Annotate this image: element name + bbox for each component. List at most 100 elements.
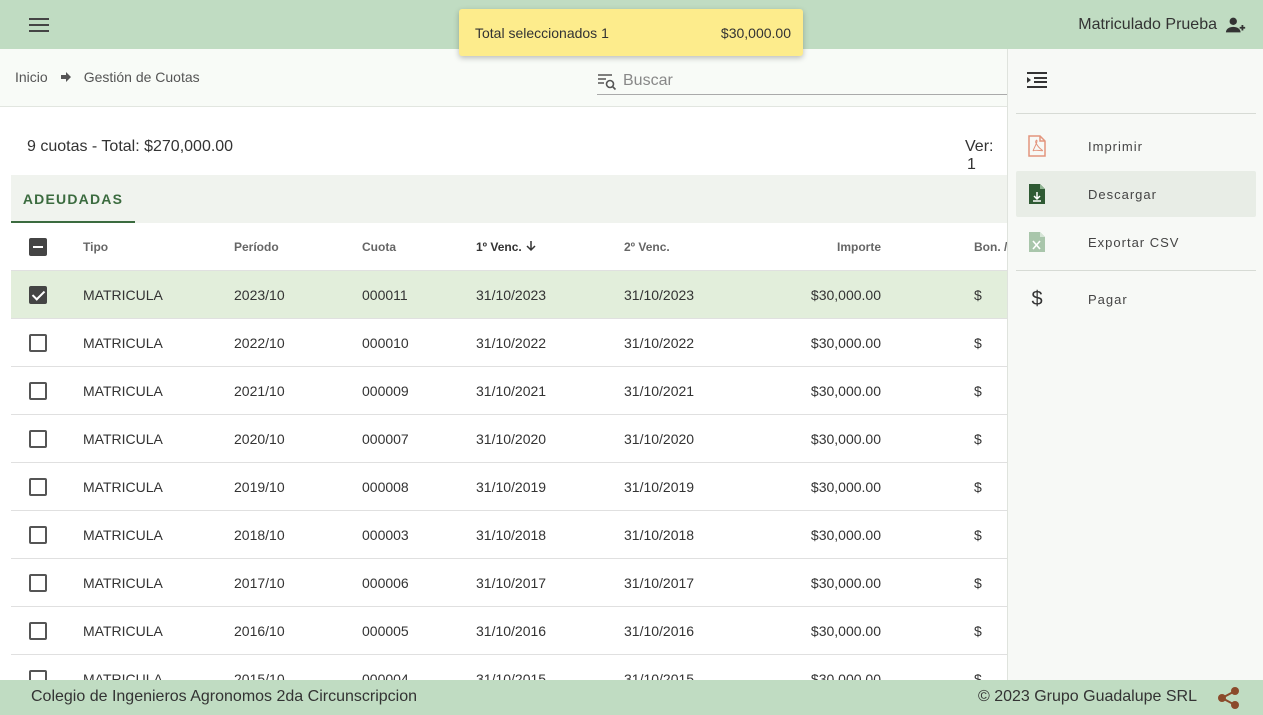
col-periodo[interactable]: Período [234, 223, 279, 271]
cell-importe: $30,000.00 [810, 527, 881, 543]
cell-periodo: 2022/10 [234, 335, 285, 351]
col-venc2[interactable]: 2º Venc. [624, 223, 670, 271]
search-box[interactable] [597, 67, 1007, 95]
table-row[interactable]: MATRICULA 2023/10 000011 31/10/2023 31/10/20… [11, 271, 1007, 319]
cell-venc2: 31/10/2023 [624, 287, 695, 303]
cell-bon: $ [974, 527, 982, 543]
cell-cuota: 000003 [362, 527, 409, 543]
table-row[interactable]: MATRICULA 2019/10 000008 31/10/2019 31/10/20… [11, 463, 1007, 511]
cell-importe: $30,000.00 [810, 671, 881, 680]
cell-periodo: 2023/10 [234, 287, 285, 303]
cell-periodo: 2019/10 [234, 479, 285, 495]
breadcrumb: Inicio Gestión de Cuotas [15, 69, 200, 85]
cell-importe: $30,000.00 [810, 623, 881, 639]
tab-adeudadas[interactable]: ADEUDADAS [11, 175, 135, 223]
row-select-cell [29, 559, 49, 607]
cell-cuota: 000006 [362, 575, 409, 591]
tab-bar: ADEUDADAS [11, 175, 1007, 223]
row-select-cell [29, 271, 49, 319]
row-checkbox[interactable] [29, 622, 47, 640]
row-checkbox[interactable] [29, 478, 47, 496]
cell-tipo: MATRICULA [83, 335, 163, 351]
menu-item-descargar[interactable]: Descargar [1016, 171, 1256, 217]
table-row[interactable]: MATRICULA 2016/10 000005 31/10/2016 31/10/20… [11, 607, 1007, 655]
col-venc1[interactable]: 1º Venc. [476, 223, 537, 271]
cell-tipo: MATRICULA [83, 623, 163, 639]
table-row[interactable]: MATRICULA 2015/10 000004 31/10/2015 31/10/20… [11, 655, 1007, 680]
row-checkbox[interactable] [29, 526, 47, 544]
col-cuota[interactable]: Cuota [362, 223, 396, 271]
cell-tipo: MATRICULA [83, 383, 163, 399]
cell-venc2: 31/10/2020 [624, 431, 695, 447]
cell-periodo: 2015/10 [234, 671, 285, 680]
table-body: MATRICULA 2023/10 000011 31/10/2023 31/10/20… [11, 271, 1007, 680]
pdf-icon [1026, 135, 1048, 157]
row-select-cell [29, 367, 49, 415]
row-checkbox[interactable] [29, 574, 47, 592]
row-checkbox[interactable] [29, 430, 47, 448]
cell-venc1: 31/10/2019 [476, 479, 547, 495]
col-importe[interactable]: Importe [741, 223, 881, 271]
cell-venc1: 31/10/2017 [476, 575, 547, 591]
ver-value[interactable]: 1 [965, 156, 976, 177]
select-all-checkbox[interactable] [29, 238, 47, 256]
cell-importe: $30,000.00 [810, 383, 881, 399]
main-content: Inicio Gestión de Cuotas 9 cuotas - Tota… [0, 49, 1007, 680]
cell-tipo: MATRICULA [83, 575, 163, 591]
ver-label: Ver: [965, 138, 994, 155]
footer-org: Colegio de Ingenieros Agronomos 2da Circ… [31, 688, 417, 705]
cell-periodo: 2016/10 [234, 623, 285, 639]
cell-cuota: 000011 [362, 287, 408, 303]
dollar-icon: $ [1031, 287, 1043, 310]
cell-periodo: 2018/10 [234, 527, 285, 543]
cell-cuota: 000010 [362, 335, 409, 351]
cell-bon: $ [974, 575, 982, 591]
cell-venc1: 31/10/2016 [476, 623, 547, 639]
side-divider-top [1016, 113, 1256, 114]
share-icon[interactable] [1216, 686, 1242, 710]
col-tipo[interactable]: Tipo [83, 223, 108, 271]
col-bon[interactable]: Bon. / [974, 223, 1007, 271]
page-size-selector[interactable]: Ver: 1 [965, 138, 1007, 177]
cell-importe: $30,000.00 [810, 431, 881, 447]
table-row[interactable]: MATRICULA 2017/10 000006 31/10/2017 31/10/20… [11, 559, 1007, 607]
cell-venc1: 31/10/2018 [476, 527, 547, 543]
search-input[interactable] [623, 71, 1003, 90]
cell-venc1: 31/10/2022 [476, 335, 547, 351]
row-select-cell [29, 463, 49, 511]
table-row[interactable]: MATRICULA 2022/10 000010 31/10/2022 31/10/20… [11, 319, 1007, 367]
collapse-menu-icon[interactable] [1026, 71, 1048, 89]
cell-bon: $ [974, 287, 982, 303]
cell-venc2: 31/10/2018 [624, 527, 695, 543]
menu-item-imprimir[interactable]: Imprimir [1016, 123, 1256, 169]
row-checkbox[interactable] [29, 334, 47, 352]
user-area[interactable]: Matriculado Prueba [1078, 14, 1247, 36]
breadcrumb-home[interactable]: Inicio [15, 69, 48, 85]
selection-total-toast: Total seleccionados 1 $30,000.00 [459, 9, 803, 56]
menu-item-pagar[interactable]: $ Pagar [1016, 276, 1256, 322]
row-select-cell [29, 607, 49, 655]
actions-side-panel: Imprimir Descargar Exportar CSV $ Pagar [1007, 49, 1263, 680]
table-row[interactable]: MATRICULA 2018/10 000003 31/10/2018 31/10/20… [11, 511, 1007, 559]
select-all-cell [29, 223, 49, 271]
cell-importe: $30,000.00 [810, 575, 881, 591]
cuotas-summary: 9 cuotas - Total: $270,000.00 [27, 138, 234, 155]
filter-search-icon [598, 73, 617, 90]
cell-venc1: 31/10/2020 [476, 431, 547, 447]
row-checkbox[interactable] [29, 382, 47, 400]
cell-cuota: 000005 [362, 623, 409, 639]
user-name: Matriculado Prueba [1078, 16, 1217, 33]
breadcrumb-bar: Inicio Gestión de Cuotas [0, 49, 1007, 107]
row-select-cell [29, 655, 49, 680]
cell-bon: $ [974, 431, 982, 447]
cell-periodo: 2020/10 [234, 431, 285, 447]
row-checkbox[interactable] [29, 670, 47, 680]
cell-venc1: 31/10/2023 [476, 287, 547, 303]
row-checkbox[interactable] [29, 286, 47, 304]
menu-item-exportar-csv[interactable]: Exportar CSV [1016, 219, 1256, 265]
menu-item-label: Descargar [1088, 186, 1157, 202]
user-add-icon[interactable] [1225, 14, 1247, 36]
table-row[interactable]: MATRICULA 2020/10 000007 31/10/2020 31/10/20… [11, 415, 1007, 463]
table-row[interactable]: MATRICULA 2021/10 000009 31/10/2021 31/10/20… [11, 367, 1007, 415]
hamburger-menu-icon[interactable] [27, 14, 51, 36]
